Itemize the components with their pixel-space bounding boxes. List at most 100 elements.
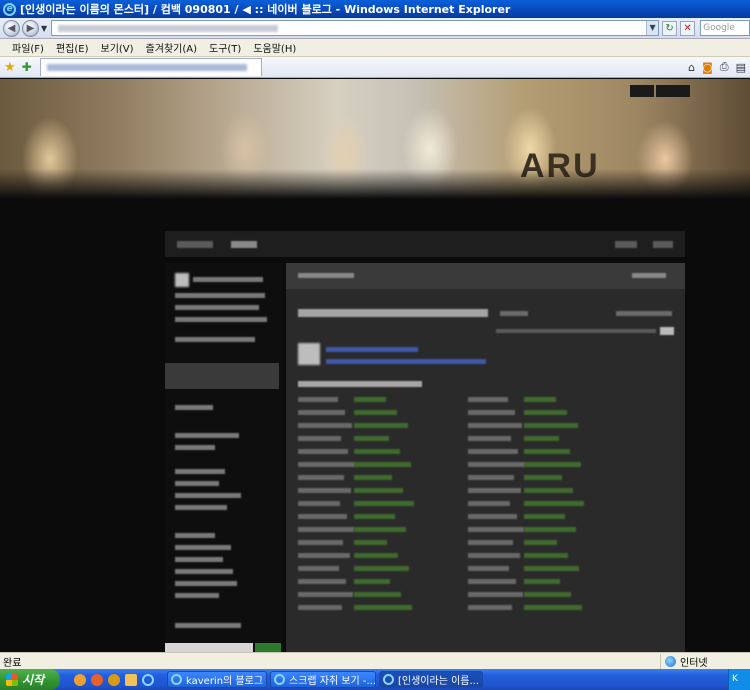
post-list-row-redacted[interactable] <box>298 501 468 507</box>
page-viewport[interactable]: ARU <box>0 79 750 652</box>
add-favorite-icon[interactable]: ✚ <box>22 60 32 74</box>
category-item-redacted[interactable] <box>175 593 219 598</box>
forward-button[interactable]: ▶ <box>21 19 39 37</box>
row-link-redacted[interactable] <box>354 397 386 402</box>
post-list-row-redacted[interactable] <box>468 410 638 416</box>
sidebar-search-input[interactable] <box>165 643 253 652</box>
row-link-redacted[interactable] <box>524 579 560 584</box>
menu-tools[interactable]: 도구(T) <box>209 40 241 55</box>
favorites-star-icon[interactable]: ★ <box>4 60 16 75</box>
post-list-row-redacted[interactable] <box>468 579 638 585</box>
search-input[interactable]: Google <box>700 20 750 36</box>
row-link-redacted[interactable] <box>354 436 389 441</box>
back-button[interactable]: ◀ <box>3 19 20 37</box>
row-link-redacted[interactable] <box>354 423 408 428</box>
category-item-redacted[interactable] <box>175 569 233 574</box>
nav-item-redacted[interactable] <box>231 241 257 248</box>
post-list-row-redacted[interactable] <box>298 605 468 611</box>
row-link-redacted[interactable] <box>524 423 578 428</box>
row-link-redacted[interactable] <box>524 553 568 558</box>
row-link-redacted[interactable] <box>354 488 403 493</box>
nav-item-redacted[interactable] <box>615 241 637 248</box>
category-item-redacted[interactable] <box>175 545 231 550</box>
post-list-row-redacted[interactable] <box>298 553 468 559</box>
category-item-redacted[interactable] <box>175 493 241 498</box>
row-link-redacted[interactable] <box>524 449 570 454</box>
category-item-redacted[interactable] <box>175 533 215 538</box>
post-list-row-redacted[interactable] <box>468 514 638 520</box>
category-item-redacted[interactable] <box>175 445 215 450</box>
row-link-redacted[interactable] <box>354 592 401 597</box>
row-link-redacted[interactable] <box>524 488 573 493</box>
page-menu-icon[interactable]: ▤ <box>736 61 746 74</box>
profile-thumbnail[interactable] <box>175 273 189 287</box>
category-item-redacted[interactable] <box>175 433 239 438</box>
post-action-button[interactable] <box>660 327 674 335</box>
post-list-row-redacted[interactable] <box>468 449 638 455</box>
taskbar-button-scrap[interactable]: 스크랩 자취 보기 -... <box>270 671 376 688</box>
row-link-redacted[interactable] <box>524 527 576 532</box>
category-item-redacted[interactable] <box>175 505 227 510</box>
sidebar-widget[interactable] <box>165 363 279 389</box>
quick-launch-browser-icon[interactable] <box>108 673 120 686</box>
menu-favorites[interactable]: 즐겨찾기(A) <box>146 40 197 55</box>
quick-launch-app-icon[interactable] <box>91 673 103 686</box>
scrap-source-link-redacted[interactable] <box>326 347 418 352</box>
menu-edit[interactable]: 편집(E) <box>56 40 89 55</box>
post-list-row-redacted[interactable] <box>468 605 638 611</box>
post-list-row-redacted[interactable] <box>298 462 468 468</box>
row-link-redacted[interactable] <box>354 501 414 506</box>
row-link-redacted[interactable] <box>354 553 398 558</box>
post-list-row-redacted[interactable] <box>468 423 638 429</box>
refresh-button[interactable]: ↻ <box>662 20 678 36</box>
print-icon[interactable]: ⎙ <box>720 60 729 74</box>
post-list-row-redacted[interactable] <box>298 397 468 403</box>
post-list-row-redacted[interactable] <box>468 488 638 494</box>
row-link-redacted[interactable] <box>524 436 559 441</box>
feeds-icon[interactable]: ◙ <box>702 61 713 74</box>
post-list-row-redacted[interactable] <box>468 592 638 598</box>
sidebar-search-button[interactable] <box>255 643 281 652</box>
post-list-row-redacted[interactable] <box>468 501 638 507</box>
quick-launch-app-icon[interactable] <box>74 673 86 686</box>
row-link-redacted[interactable] <box>354 527 406 532</box>
row-link-redacted[interactable] <box>354 475 392 480</box>
row-link-redacted[interactable] <box>524 605 582 610</box>
row-link-redacted[interactable] <box>354 410 397 415</box>
quick-launch-ie-icon[interactable] <box>142 673 154 686</box>
nav-item-redacted[interactable] <box>177 241 213 248</box>
post-list-row-redacted[interactable] <box>468 553 638 559</box>
category-item-redacted[interactable] <box>175 469 225 474</box>
post-list-row-redacted[interactable] <box>468 540 638 546</box>
system-tray[interactable]: K <box>728 669 750 690</box>
address-input[interactable]: ▼ <box>51 20 660 36</box>
row-link-redacted[interactable] <box>354 579 390 584</box>
row-link-redacted[interactable] <box>524 462 581 467</box>
post-list-row-redacted[interactable] <box>298 423 468 429</box>
post-list-row-redacted[interactable] <box>468 527 638 533</box>
home-icon[interactable]: ⌂ <box>688 61 695 74</box>
banner-link-a[interactable] <box>630 85 654 97</box>
scrap-source-thumbnail[interactable] <box>298 343 320 365</box>
tab-current-page[interactable] <box>39 58 262 76</box>
post-list-row-redacted[interactable] <box>298 566 468 572</box>
post-list-row-redacted[interactable] <box>298 579 468 585</box>
post-list-row-redacted[interactable] <box>468 475 638 481</box>
taskbar-button-blog[interactable]: kaverin의 블로그 ::... <box>167 671 267 688</box>
row-link-redacted[interactable] <box>354 540 387 545</box>
taskbar-button-current[interactable]: [인생이라는 이름... <box>379 671 483 688</box>
security-zone[interactable]: 인터넷 <box>660 653 750 669</box>
post-list-row-redacted[interactable] <box>298 410 468 416</box>
row-link-redacted[interactable] <box>524 397 556 402</box>
menu-help[interactable]: 도움말(H) <box>253 40 296 55</box>
post-list-row-redacted[interactable] <box>468 566 638 572</box>
post-list-row-redacted[interactable] <box>298 436 468 442</box>
post-list-row-redacted[interactable] <box>298 449 468 455</box>
row-link-redacted[interactable] <box>524 566 579 571</box>
row-link-redacted[interactable] <box>524 540 557 545</box>
category-item-redacted[interactable] <box>175 557 223 562</box>
row-link-redacted[interactable] <box>354 449 400 454</box>
post-list-row-redacted[interactable] <box>468 397 638 403</box>
post-url-redacted[interactable] <box>496 329 656 333</box>
post-list-row-redacted[interactable] <box>298 475 468 481</box>
